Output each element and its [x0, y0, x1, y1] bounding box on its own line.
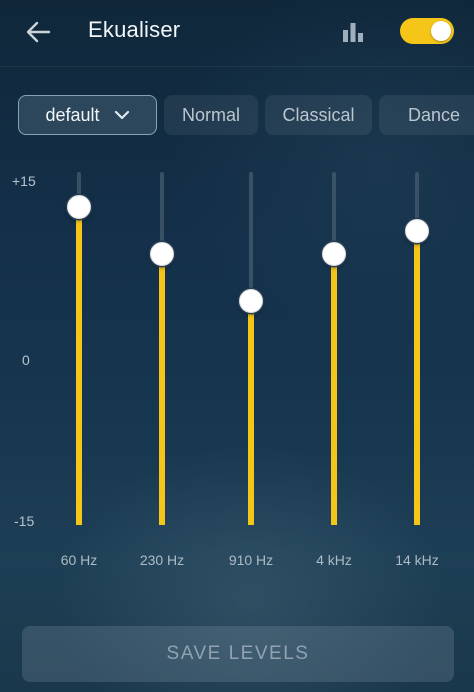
slider-fill — [248, 301, 254, 525]
slider-knob[interactable] — [322, 242, 346, 267]
arrow-left-icon — [26, 21, 51, 43]
bar-chart-icon — [343, 23, 363, 42]
slider-fill — [159, 254, 165, 525]
slider-knob[interactable] — [67, 195, 91, 220]
save-levels-button[interactable]: SAVE LEVELS — [22, 626, 454, 682]
preset-dropdown[interactable]: default — [18, 95, 157, 135]
back-button[interactable] — [20, 14, 56, 50]
slider-fill — [331, 254, 337, 525]
preset-chip-normal[interactable]: Normal — [164, 95, 258, 135]
scale-min-label: -15 — [14, 513, 35, 529]
page-title: Ekualiser — [88, 17, 181, 42]
preset-chip-dance[interactable]: Dance — [379, 95, 474, 135]
slider-fill — [414, 230, 420, 525]
eq-slider[interactable] — [314, 172, 354, 525]
band-frequency-label: 4 kHz — [316, 552, 352, 568]
app-header: Ekualiser — [0, 0, 474, 67]
preset-chip-classical[interactable]: Classical — [265, 95, 372, 135]
scale-mid-label: 0 — [22, 352, 30, 368]
visualizer-button[interactable] — [336, 16, 370, 48]
slider-knob[interactable] — [150, 242, 174, 267]
slider-knob[interactable] — [239, 289, 263, 314]
preset-dropdown-label: default — [45, 104, 100, 125]
band-frequency-label: 230 Hz — [139, 552, 185, 568]
equalizer-toggle[interactable] — [400, 18, 454, 44]
band-frequency-label: 910 Hz — [228, 552, 274, 568]
band-frequency-label: 60 Hz — [60, 552, 98, 568]
slider-knob[interactable] — [405, 218, 429, 243]
eq-slider[interactable] — [59, 172, 99, 525]
preset-bar: default Normal Classical Dance — [18, 94, 474, 138]
band-frequency-label: 14 kHz — [395, 552, 439, 568]
chevron-down-icon — [114, 110, 130, 120]
eq-slider[interactable] — [397, 172, 437, 525]
toggle-knob — [431, 21, 451, 41]
scale-max-label: +15 — [12, 173, 36, 189]
slider-fill — [76, 207, 82, 525]
eq-slider[interactable] — [142, 172, 182, 525]
eq-slider[interactable] — [231, 172, 271, 525]
